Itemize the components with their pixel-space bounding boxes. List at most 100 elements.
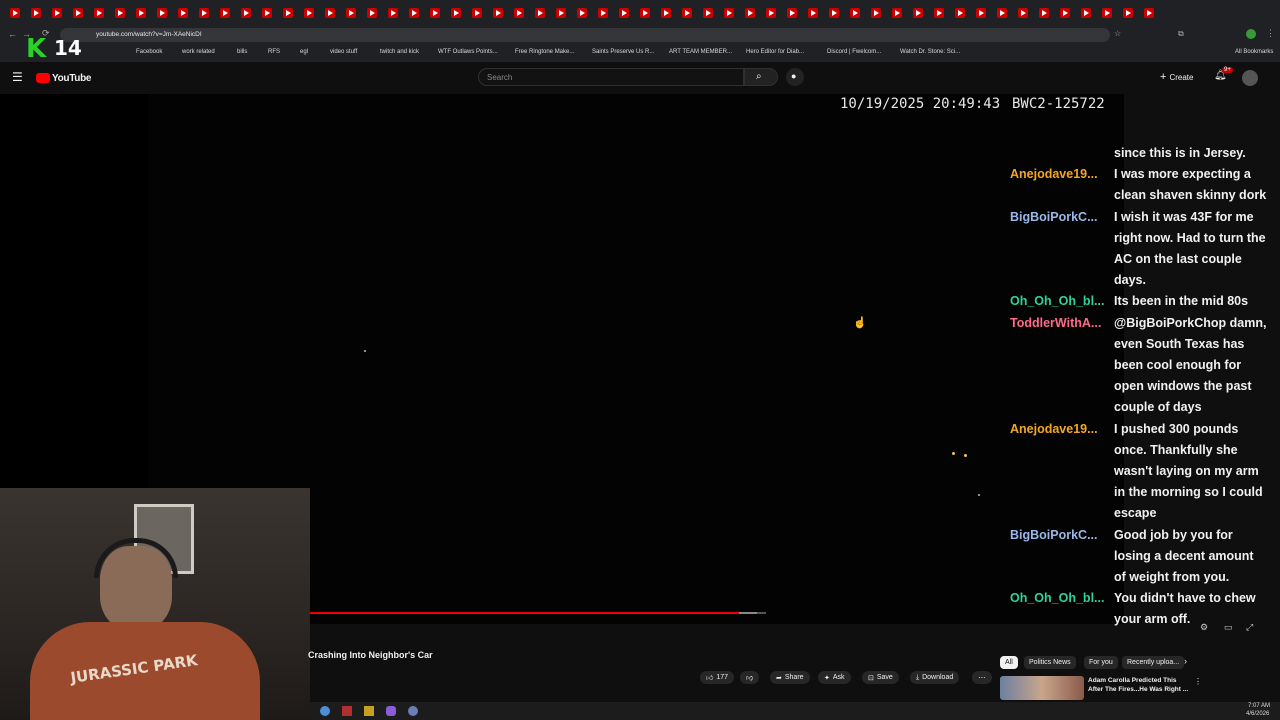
chip-for-you[interactable]: For you [1084, 656, 1118, 669]
hamburger-menu-icon[interactable]: ☰ [12, 70, 23, 84]
chip-recently-uploaded[interactable]: Recently uploa... [1122, 656, 1185, 669]
taskbar-app-icon[interactable] [364, 706, 374, 716]
like-button[interactable]: 👍︎ 177 [700, 671, 735, 684]
account-avatar[interactable] [1242, 70, 1258, 86]
notifications-button[interactable]: 🔔︎ 9+ [1214, 67, 1233, 84]
browser-tab[interactable] [703, 8, 713, 18]
create-button[interactable]: + Create [1160, 70, 1193, 84]
browser-tab[interactable] [409, 8, 419, 18]
browser-tab[interactable] [346, 8, 356, 18]
browser-tab[interactable] [955, 8, 965, 18]
share-button[interactable]: ➦ Share [770, 671, 810, 684]
taskbar-app-icon[interactable] [386, 706, 396, 716]
bookmark-item[interactable]: Hero Editor for Diab... [746, 49, 804, 55]
browser-tab[interactable] [451, 8, 461, 18]
chat-username[interactable]: Oh_Oh_Oh_bl... [1010, 591, 1104, 605]
bookmark-item[interactable]: bills [237, 49, 247, 55]
browser-tab[interactable] [598, 8, 608, 18]
bookmark-item[interactable]: video stuff [330, 49, 357, 55]
bookmark-item[interactable]: WTF Outlaws Points... [438, 49, 498, 55]
browser-tab[interactable] [1039, 8, 1049, 18]
download-button[interactable]: ⤓ Download [910, 671, 960, 684]
browser-tab[interactable] [745, 8, 755, 18]
browser-tab[interactable] [1144, 8, 1154, 18]
browser-tab[interactable] [115, 8, 125, 18]
theater-mode-icon[interactable]: ▭ [1224, 622, 1233, 633]
browser-tab[interactable] [10, 8, 20, 18]
browser-tab[interactable] [934, 8, 944, 18]
bookmark-item[interactable]: Discord | Fwelcom... [827, 49, 881, 55]
chat-username[interactable]: BigBoiPorkC... [1010, 528, 1098, 542]
browser-tab[interactable] [619, 8, 629, 18]
chevron-right-icon[interactable]: › [1184, 656, 1187, 666]
browser-tab[interactable] [808, 8, 818, 18]
taskbar-app-icon[interactable] [320, 706, 330, 716]
voice-search-button[interactable]: ● [786, 68, 804, 86]
browser-tab[interactable] [1081, 8, 1091, 18]
browser-tab[interactable] [388, 8, 398, 18]
browser-tab[interactable] [325, 8, 335, 18]
browser-tab[interactable] [304, 8, 314, 18]
taskbar-app-icon[interactable] [342, 706, 352, 716]
recommended-video[interactable]: Adam Carolla Predicted This After The Fi… [1000, 676, 1202, 700]
ask-button[interactable]: ✦ Ask [818, 671, 851, 684]
browser-tab[interactable] [640, 8, 650, 18]
browser-tab[interactable] [1060, 8, 1070, 18]
browser-tab[interactable] [976, 8, 986, 18]
search-input[interactable]: Search [478, 68, 744, 86]
all-bookmarks[interactable]: All Bookmarks [1235, 49, 1273, 55]
extensions-icon[interactable]: ⧉ [1178, 29, 1184, 39]
chat-username[interactable]: Oh_Oh_Oh_bl... [1010, 294, 1104, 308]
chat-username[interactable]: BigBoiPorkC... [1010, 210, 1098, 224]
bookmark-item[interactable]: Free Ringtone Make... [515, 49, 574, 55]
browser-tab[interactable] [556, 8, 566, 18]
chip-all[interactable]: All [1000, 656, 1018, 669]
chat-username[interactable]: Anejodave19... [1010, 422, 1098, 436]
star-icon[interactable]: ☆ [1114, 29, 1121, 38]
bookmark-item[interactable]: egl [300, 49, 308, 55]
search-button[interactable]: ⌕ [744, 68, 778, 86]
browser-tab[interactable] [136, 8, 146, 18]
browser-tab[interactable] [367, 8, 377, 18]
browser-tab[interactable] [430, 8, 440, 18]
bookmark-item[interactable]: Facebook [136, 49, 162, 55]
browser-tab[interactable] [535, 8, 545, 18]
bookmark-item[interactable]: ART TEAM MEMBER... [669, 49, 732, 55]
taskbar-app-icon[interactable] [408, 706, 418, 716]
recommended-menu-icon[interactable]: ⋮ [1194, 677, 1202, 686]
browser-tab[interactable] [94, 8, 104, 18]
browser-tab[interactable] [493, 8, 503, 18]
browser-tab[interactable] [1018, 8, 1028, 18]
browser-tab[interactable] [661, 8, 671, 18]
browser-tab[interactable] [913, 8, 923, 18]
browser-menu-icon[interactable]: ⋮ [1266, 28, 1275, 39]
chat-username[interactable]: ToddlerWithA... [1010, 316, 1101, 330]
fullscreen-icon[interactable]: ⤢ [1246, 622, 1253, 633]
browser-tab[interactable] [52, 8, 62, 18]
bookmark-item[interactable]: twitch and kick [380, 49, 419, 55]
bookmark-item[interactable]: work related [182, 49, 215, 55]
browser-tab[interactable] [871, 8, 881, 18]
chat-username[interactable]: Anejodave19... [1010, 167, 1098, 181]
browser-tab[interactable] [682, 8, 692, 18]
browser-tab[interactable] [283, 8, 293, 18]
browser-tab[interactable] [262, 8, 272, 18]
browser-tab[interactable] [766, 8, 776, 18]
back-icon[interactable]: ← [8, 29, 17, 39]
browser-tab[interactable] [73, 8, 83, 18]
browser-tab[interactable] [31, 8, 41, 18]
save-button[interactable]: ⊡ Save [862, 671, 899, 684]
settings-gear-icon[interactable]: ⚙ [1200, 622, 1208, 633]
browser-tab[interactable] [787, 8, 797, 18]
browser-tab[interactable] [1123, 8, 1133, 18]
browser-tab[interactable] [892, 8, 902, 18]
bookmark-item[interactable]: RFS [268, 49, 280, 55]
browser-tab[interactable] [1102, 8, 1112, 18]
browser-tab[interactable] [178, 8, 188, 18]
video-progress-bar[interactable] [310, 612, 766, 614]
browser-tab[interactable] [829, 8, 839, 18]
browser-tab[interactable] [850, 8, 860, 18]
browser-tab[interactable] [241, 8, 251, 18]
bookmark-item[interactable]: Watch Dr. Stone: Sci... [900, 49, 960, 55]
browser-tab[interactable] [724, 8, 734, 18]
